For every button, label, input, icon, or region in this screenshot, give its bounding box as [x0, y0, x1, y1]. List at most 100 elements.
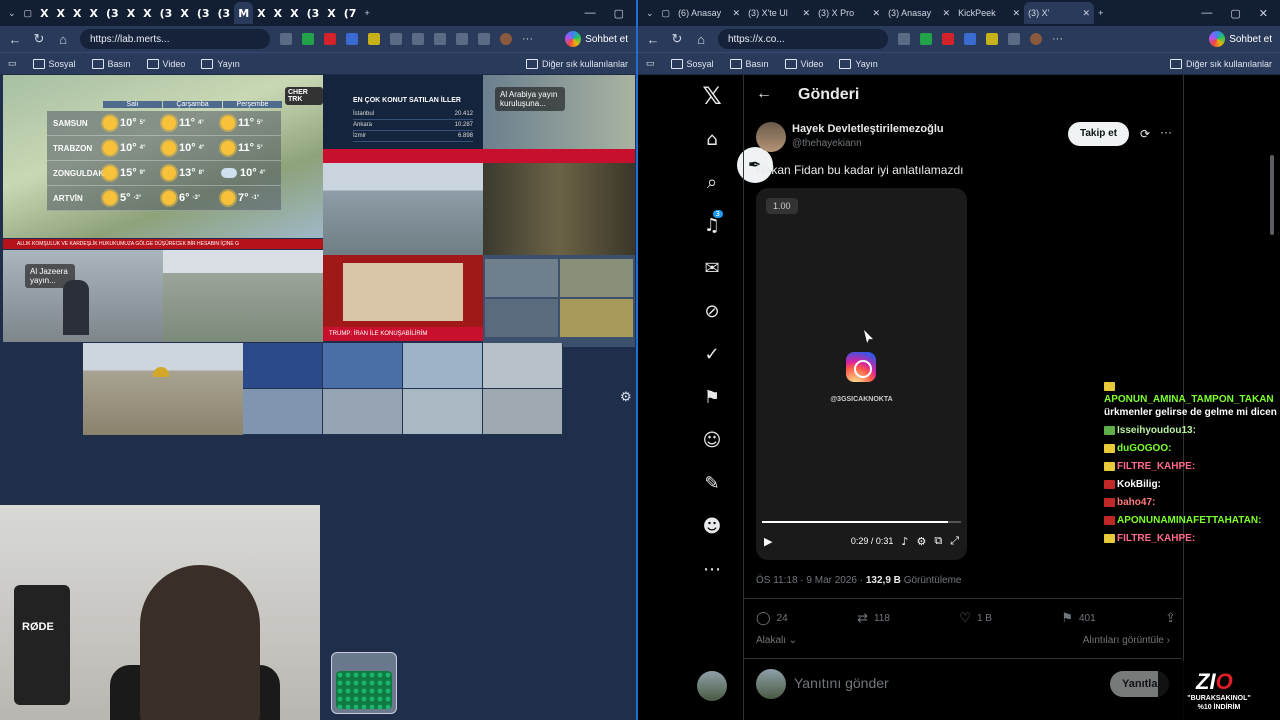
follow-button[interactable]: Takip et — [1068, 122, 1130, 146]
fullscreen-icon[interactable]: ⤢ — [950, 534, 959, 548]
new-tab-button[interactable]: + — [1094, 2, 1107, 24]
volume-icon[interactable]: ♪ — [901, 535, 908, 548]
x-logo-icon[interactable]: 𝕏 — [697, 81, 727, 111]
explore-search-icon[interactable]: ⌕ — [697, 167, 727, 197]
reply-action[interactable]: ◯ 24 — [756, 611, 788, 626]
repost-action[interactable]: ⇄ 118 — [857, 611, 890, 626]
bookmarks-menu-icon[interactable]: ▭ — [646, 58, 655, 69]
maximize-icon[interactable]: ▢ — [1230, 7, 1240, 20]
news-tile-alarabiya[interactable]: Al Arabiya yayın kuruluşuna... — [483, 75, 635, 163]
articles-icon[interactable]: ✎ — [697, 468, 727, 498]
sort-dropdown[interactable]: Alakalı ⌄ — [756, 635, 797, 646]
browser-tab[interactable]: X — [176, 2, 192, 24]
copilot-chat-button[interactable]: Sohbet et — [1209, 31, 1272, 47]
account-avatar[interactable] — [697, 671, 727, 701]
city-camera-tile[interactable] — [83, 343, 243, 435]
back-arrow-icon[interactable]: ← — [756, 85, 772, 103]
post-timestamp[interactable]: ÖS 11:18 · 9 Mar 2026 · — [756, 575, 863, 586]
browser-tab[interactable]: (3 — [156, 2, 177, 24]
browser-tab[interactable]: X — [323, 2, 339, 24]
channel-overlay-label[interactable]: Al Arabiya yayın kuruluşuna... — [495, 87, 565, 111]
refresh-icon[interactable]: ↻ — [32, 31, 46, 47]
browser-tab[interactable]: (3) Anasay ✕ — [884, 2, 954, 24]
bookmarks-icon[interactable]: ⚑ — [697, 382, 727, 412]
like-action[interactable]: ♡ 1 B — [959, 611, 992, 626]
browser-tab[interactable]: X — [270, 2, 286, 24]
share-action[interactable]: ⇪ — [1165, 611, 1176, 626]
tab-close-icon[interactable]: ✕ — [1013, 8, 1021, 19]
bookmark-folder[interactable]: Video — [147, 59, 186, 69]
browser-tab[interactable]: (3) X'te Ul ✕ — [744, 2, 814, 24]
city-camera-tile[interactable] — [323, 163, 483, 255]
browser-tab[interactable]: X — [286, 2, 302, 24]
post-more-icon[interactable]: ··· — [1160, 125, 1172, 139]
extension-icon[interactable] — [390, 33, 402, 45]
back-icon[interactable]: ← — [646, 32, 660, 47]
more-options-icon[interactable]: ⋯ — [697, 554, 727, 584]
browser-tab[interactable]: X — [123, 2, 139, 24]
extension-icon[interactable] — [964, 33, 976, 45]
archive-footage-tile[interactable] — [483, 163, 635, 255]
maximize-icon[interactable]: ▢ — [614, 7, 624, 20]
browser-tab[interactable]: (3 — [102, 2, 123, 24]
author-name[interactable]: Hayek Devletleştirilemezoğlu — [792, 123, 944, 135]
home-icon[interactable]: ⌂ — [694, 32, 708, 47]
extension-icon[interactable] — [324, 33, 336, 45]
right-url-field[interactable]: https://x.co... — [718, 29, 888, 49]
video-player[interactable]: 1.00 @3GSICAKNOKTA ▶ 0:29 / 0:31 ♪ ⚙ ⧉ ⤢ — [756, 188, 967, 560]
grok-icon[interactable]: ⊘ — [697, 296, 727, 326]
news-multi-feed-tile[interactable] — [483, 255, 635, 347]
minimize-icon[interactable]: — — [585, 7, 596, 20]
home-icon[interactable]: ⌂ — [56, 32, 70, 47]
grok-explain-icon[interactable]: ⟳ — [1140, 127, 1150, 141]
verified-orgs-icon[interactable]: ✓ — [697, 339, 727, 369]
favorites-icon[interactable] — [434, 33, 446, 45]
browser-tab[interactable]: (7 — [340, 2, 361, 24]
view-quotes-link[interactable]: Alıntıları görüntüle › — [1083, 635, 1170, 646]
playback-speed-badge[interactable]: 1.00 — [766, 198, 798, 214]
news-tile-housing-sales[interactable]: EN ÇOK KONUT SATILAN İLLER İstanbul 20.41… — [323, 75, 483, 163]
browser-tab[interactable]: X — [53, 2, 69, 24]
workspaces-icon[interactable]: ▢ — [20, 2, 37, 24]
workspaces-icon[interactable]: ▢ — [658, 2, 675, 24]
browser-tab[interactable]: X — [69, 2, 85, 24]
pip-icon[interactable]: ⧉ — [934, 534, 942, 548]
bookmark-folder[interactable]: Basın — [730, 59, 769, 69]
weather-forecast-tile[interactable]: Salı Çarşamba Perşembe SAMSUN 10° 5° 11° 4° 1… — [3, 75, 323, 238]
bookmark-folder[interactable]: Video — [785, 59, 824, 69]
author-avatar[interactable] — [756, 122, 786, 152]
more-icon[interactable]: ··· — [1052, 33, 1063, 45]
tab-close-icon[interactable]: ✕ — [943, 8, 951, 19]
author-handle[interactable]: @thehayekiann — [792, 138, 862, 149]
extension-icon[interactable] — [986, 33, 998, 45]
refresh-icon[interactable]: ↻ — [670, 31, 684, 47]
other-bookmarks[interactable]: Diğer sık kullanılanlar — [526, 59, 628, 69]
browser-tab[interactable]: (3 — [214, 2, 235, 24]
play-icon[interactable]: ▶ — [764, 535, 772, 548]
tab-close-icon[interactable]: ✕ — [1083, 8, 1091, 19]
news-tile-aljazeera[interactable]: Al Jazeera yayın... — [3, 250, 163, 342]
browser-tab[interactable]: (3 — [303, 2, 324, 24]
page-scrollbar[interactable] — [1270, 155, 1274, 235]
camera-multiview-tile[interactable] — [243, 343, 563, 435]
split-screen-icon[interactable] — [412, 33, 424, 45]
profile-avatar[interactable] — [500, 33, 512, 45]
bookmark-folder[interactable]: Sosyal — [671, 59, 714, 69]
tab-close-icon[interactable]: ✕ — [733, 8, 741, 19]
extension-icon[interactable] — [920, 33, 932, 45]
extension-icon[interactable] — [346, 33, 358, 45]
extension-icon[interactable] — [942, 33, 954, 45]
bookmark-action[interactable]: ⚑ 401 — [1061, 611, 1095, 626]
favorites-icon[interactable] — [1008, 33, 1020, 45]
city-camera-tile[interactable] — [163, 250, 323, 342]
messages-envelope-icon[interactable]: ✉ — [697, 253, 727, 283]
browser-tab[interactable]: (3) X Pro ✕ — [814, 2, 884, 24]
other-bookmarks[interactable]: Diğer sık kullanılanlar — [1170, 59, 1272, 69]
bookmark-folder[interactable]: Basın — [92, 59, 131, 69]
settings-gear-icon[interactable]: ⚙ — [620, 389, 632, 405]
browser-tab[interactable]: X — [36, 2, 52, 24]
more-icon[interactable]: ··· — [522, 33, 533, 45]
profile-icon[interactable]: ☻ — [697, 511, 727, 541]
bookmark-folder[interactable]: Yayın — [201, 59, 239, 69]
tab-menu-icon[interactable]: ⌄ — [4, 2, 20, 24]
